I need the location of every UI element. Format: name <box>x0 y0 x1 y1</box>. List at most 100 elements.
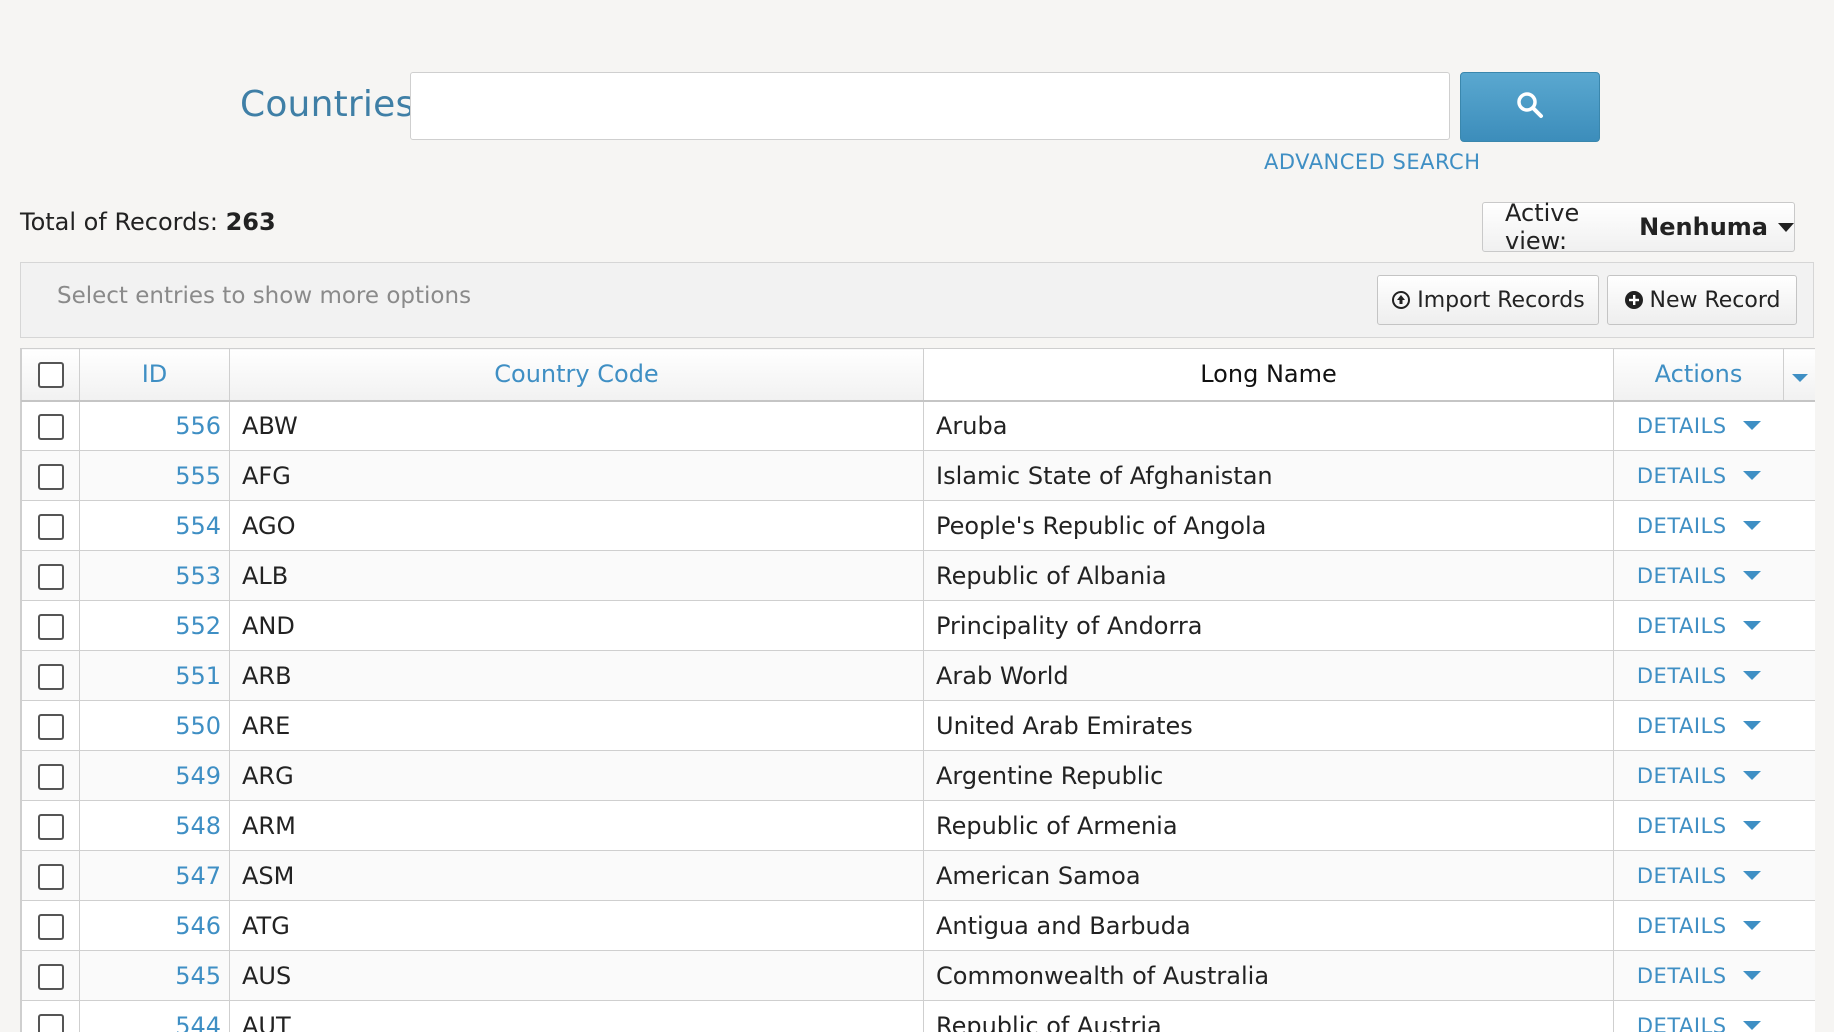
row-details-button[interactable]: DETAILS <box>1614 414 1784 438</box>
new-record-label: New Record <box>1649 287 1781 313</box>
bulk-actions-hint: Select entries to show more options <box>57 283 472 309</box>
select-all-cell <box>21 348 80 402</box>
row-details-button[interactable]: DETAILS <box>1614 964 1784 988</box>
active-view-name: Nenhuma <box>1639 213 1768 241</box>
column-header-country-code[interactable]: Country Code <box>229 348 924 402</box>
table-row: 554 AGO People's Republic of Angola DETAILS <box>21 500 1815 551</box>
caret-down-icon <box>1742 1021 1761 1030</box>
records-table-container: ID Country Code Long Name Actions 556 ABW… <box>20 348 1815 1032</box>
search-input[interactable] <box>410 72 1450 140</box>
row-id-link[interactable]: 549 <box>79 750 230 801</box>
row-details-label: DETAILS <box>1636 513 1727 538</box>
row-details-button[interactable]: DETAILS <box>1614 764 1784 788</box>
row-actions-cell: DETAILS <box>1613 850 1784 901</box>
row-select-cell <box>21 1000 80 1032</box>
caret-down-icon <box>1742 721 1761 730</box>
page: Countries ADVANCED SEARCH Total of Recor… <box>0 0 1834 1032</box>
row-details-button[interactable]: DETAILS <box>1614 914 1784 938</box>
caret-down-icon <box>1742 671 1761 680</box>
row-id-link[interactable]: 548 <box>79 800 230 851</box>
row-id-link[interactable]: 551 <box>79 650 230 701</box>
row-details-button[interactable]: DETAILS <box>1614 564 1784 588</box>
select-all-checkbox[interactable] <box>37 362 64 389</box>
row-details-label: DETAILS <box>1636 813 1727 838</box>
row-country-code: AFG <box>229 450 924 501</box>
row-id-link[interactable]: 554 <box>79 500 230 551</box>
row-details-button[interactable]: DETAILS <box>1614 814 1784 838</box>
row-checkbox[interactable] <box>37 813 64 840</box>
row-details-button[interactable]: DETAILS <box>1614 464 1784 488</box>
row-id-link[interactable]: 545 <box>79 950 230 1001</box>
row-checkbox[interactable] <box>37 863 64 890</box>
row-spacer-cell <box>1783 750 1815 801</box>
row-select-cell <box>21 650 80 701</box>
row-id-link[interactable]: 550 <box>79 700 230 751</box>
row-details-button[interactable]: DETAILS <box>1614 864 1784 888</box>
row-checkbox[interactable] <box>37 963 64 990</box>
row-details-label: DETAILS <box>1636 663 1727 688</box>
row-details-button[interactable]: DETAILS <box>1614 664 1784 688</box>
advanced-search-link[interactable]: ADVANCED SEARCH <box>1264 150 1481 174</box>
caret-down-icon <box>1742 971 1761 980</box>
row-details-button[interactable]: DETAILS <box>1614 514 1784 538</box>
table-row: 545 AUS Commonwealth of Australia DETAILS <box>21 950 1815 1001</box>
row-select-cell <box>21 450 80 501</box>
column-header-long-name[interactable]: Long Name <box>923 348 1614 402</box>
row-checkbox[interactable] <box>37 563 64 590</box>
row-details-button[interactable]: DETAILS <box>1614 614 1784 638</box>
row-actions-cell: DETAILS <box>1613 600 1784 651</box>
row-details-button[interactable]: DETAILS <box>1614 1014 1784 1032</box>
row-checkbox[interactable] <box>37 913 64 940</box>
table-row: 548 ARM Republic of Armenia DETAILS <box>21 800 1815 851</box>
row-country-code: ARG <box>229 750 924 801</box>
import-records-label: Import Records <box>1417 287 1585 313</box>
search-button[interactable] <box>1460 72 1600 142</box>
row-id-link[interactable]: 552 <box>79 600 230 651</box>
row-checkbox[interactable] <box>37 713 64 740</box>
row-details-label: DETAILS <box>1636 613 1727 638</box>
import-records-button[interactable]: Import Records <box>1377 275 1599 325</box>
row-checkbox[interactable] <box>37 463 64 490</box>
table-row: 556 ABW Aruba DETAILS <box>21 400 1815 451</box>
table-row: 547 ASM American Samoa DETAILS <box>21 850 1815 901</box>
row-checkbox[interactable] <box>37 413 64 440</box>
row-checkbox[interactable] <box>37 1013 64 1032</box>
row-checkbox[interactable] <box>37 513 64 540</box>
row-id-link[interactable]: 556 <box>79 400 230 451</box>
table-row: 552 AND Principality of Andorra DETAILS <box>21 600 1815 651</box>
row-id-link[interactable]: 547 <box>79 850 230 901</box>
row-spacer-cell <box>1783 1000 1815 1032</box>
row-checkbox[interactable] <box>37 663 64 690</box>
row-long-name: Commonwealth of Australia <box>923 950 1614 1001</box>
row-id-link[interactable]: 546 <box>79 900 230 951</box>
bulk-actions-bar: Select entries to show more options Impo… <box>20 262 1814 338</box>
table-row: 553 ALB Republic of Albania DETAILS <box>21 550 1815 601</box>
row-long-name: Principality of Andorra <box>923 600 1614 651</box>
row-details-button[interactable]: DETAILS <box>1614 714 1784 738</box>
new-record-button[interactable]: New Record <box>1607 275 1797 325</box>
table-row: 551 ARB Arab World DETAILS <box>21 650 1815 701</box>
row-select-cell <box>21 400 80 451</box>
active-view-dropdown[interactable]: Active view: Nenhuma <box>1482 199 1795 255</box>
row-select-cell <box>21 800 80 851</box>
row-spacer-cell <box>1783 900 1815 951</box>
table-row: 549 ARG Argentine Republic DETAILS <box>21 750 1815 801</box>
row-details-label: DETAILS <box>1636 713 1727 738</box>
row-id-link[interactable]: 544 <box>79 1000 230 1032</box>
row-checkbox[interactable] <box>37 613 64 640</box>
row-id-link[interactable]: 555 <box>79 450 230 501</box>
search-icon <box>1515 90 1545 124</box>
records-table: ID Country Code Long Name Actions 556 ABW… <box>21 348 1815 1032</box>
row-long-name: American Samoa <box>923 850 1614 901</box>
total-records: Total of Records: 263 <box>20 208 276 236</box>
row-actions-cell: DETAILS <box>1613 750 1784 801</box>
column-header-id[interactable]: ID <box>79 348 230 402</box>
row-select-cell <box>21 950 80 1001</box>
row-long-name: Argentine Republic <box>923 750 1614 801</box>
column-toggle[interactable] <box>1783 348 1815 402</box>
row-actions-cell: DETAILS <box>1613 700 1784 751</box>
table-row: 555 AFG Islamic State of Afghanistan DETAIL… <box>21 450 1815 501</box>
row-select-cell <box>21 750 80 801</box>
row-id-link[interactable]: 553 <box>79 550 230 601</box>
row-checkbox[interactable] <box>37 763 64 790</box>
